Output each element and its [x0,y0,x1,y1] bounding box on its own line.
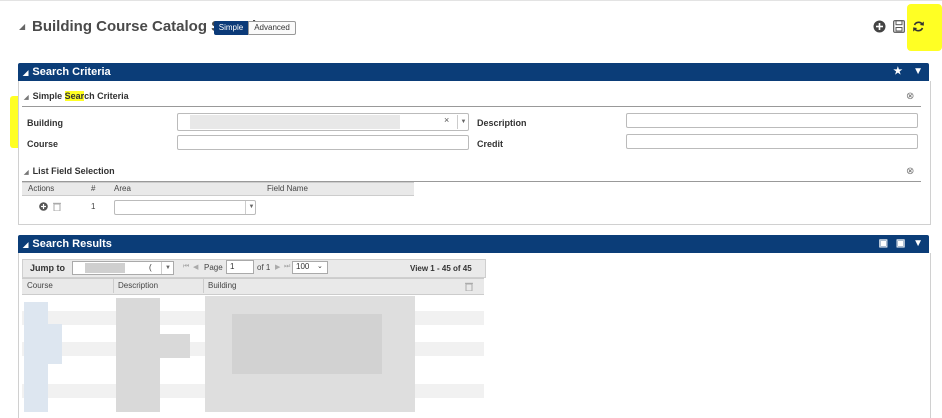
course-input[interactable] [177,135,469,150]
list-field-selection-heading[interactable]: ◢ List Field Selection [24,166,115,176]
trash-icon[interactable] [465,282,473,294]
top-border [0,0,942,1]
collapse-triangle-icon: ◢ [24,170,29,176]
save-icon[interactable] [893,20,905,36]
clear-icon[interactable]: × [444,115,449,125]
close-section-icon[interactable]: ⊗ [906,166,914,177]
search-criteria-header[interactable]: ◢ Search Criteria ★ ▼ [18,63,929,81]
results-grid-body [22,294,484,418]
column-header: Actions [28,184,55,193]
column-header[interactable]: Course [27,281,53,290]
building-value-redacted [190,115,400,129]
page-size-select[interactable]: 100 ⌄ [292,261,328,274]
advanced-mode-button[interactable]: Advanced [248,21,296,35]
next-page-icon[interactable]: ▶ [275,263,280,271]
excel-export-icon[interactable]: ▣ [896,238,905,249]
simple-mode-button[interactable]: Simple [214,21,248,35]
column-header: Field Name [267,184,308,193]
divider [22,106,921,107]
building-select[interactable]: × ▼ [177,113,469,131]
simple-search-criteria-heading[interactable]: ◢ Simple Search Criteria [24,91,129,101]
building-cell-redacted [232,314,382,374]
collapse-triangle-icon: ◢ [23,70,29,77]
field-grid-header [22,182,414,196]
chevron-down-icon[interactable]: ▼ [913,238,923,249]
panel-actions: ▣ ▣ ▼ [879,235,923,253]
chevron-down-icon[interactable]: ▼ [913,66,923,77]
view-records-text: View 1 - 45 of 45 [410,264,472,273]
add-row-icon[interactable] [39,202,48,214]
of-pages-label: of 1 [257,263,271,272]
column-divider [203,279,204,293]
description-cell-redacted [116,298,160,412]
pdf-export-icon[interactable]: ▣ [879,238,888,249]
column-header: # [91,184,96,193]
dropdown-button[interactable]: ▼ [161,262,174,274]
course-cell-redacted [24,302,48,412]
course-cell-redacted [48,324,62,364]
description-cell-redacted [160,334,190,358]
close-section-icon[interactable]: ⊗ [906,91,914,102]
prev-page-icon[interactable]: ◀ [193,263,198,271]
last-page-icon[interactable]: ⏭ [284,263,290,271]
column-header[interactable]: Building [208,281,236,290]
description-input[interactable] [626,113,918,128]
credit-input[interactable] [626,134,918,149]
course-label: Course [27,139,59,149]
page-input[interactable]: 1 [226,260,254,274]
collapse-triangle-icon: ◢ [23,242,29,249]
area-select[interactable]: ▼ [114,200,256,215]
chevron-down-icon: ⌄ [317,263,323,270]
jump-to-select[interactable]: ( ▼ [72,261,174,275]
row-number: 1 [91,202,96,211]
column-header: Area [114,184,131,193]
search-results-header[interactable]: ◢ Search Results ▣ ▣ ▼ [18,235,929,253]
dropdown-button[interactable]: ▼ [245,201,257,214]
credit-label: Credit [477,139,504,149]
description-label: Description [477,118,527,128]
dropdown-button[interactable]: ▼ [457,115,469,129]
panel-actions: ★ ▼ [893,63,923,81]
page-label: Page [204,263,223,272]
jump-to-label: Jump to [30,263,65,273]
jump-to-value: ( [149,263,152,272]
star-icon[interactable]: ★ [893,66,902,77]
column-divider [113,279,114,293]
first-page-icon[interactable]: ⏮ [183,263,189,271]
trash-icon[interactable] [53,202,61,214]
collapse-triangle-icon[interactable]: ◢ [19,22,25,31]
column-header[interactable]: Description [118,281,158,290]
results-grid-header [22,278,484,295]
search-results-title: Search Results [32,238,112,250]
refresh-icon[interactable] [912,20,925,36]
collapse-triangle-icon: ◢ [24,95,29,101]
add-icon[interactable] [873,20,886,36]
page-size-value: 100 [296,262,310,271]
jump-to-value-redacted [85,263,125,273]
building-label: Building [27,118,63,128]
search-criteria-title: Search Criteria [32,66,111,78]
